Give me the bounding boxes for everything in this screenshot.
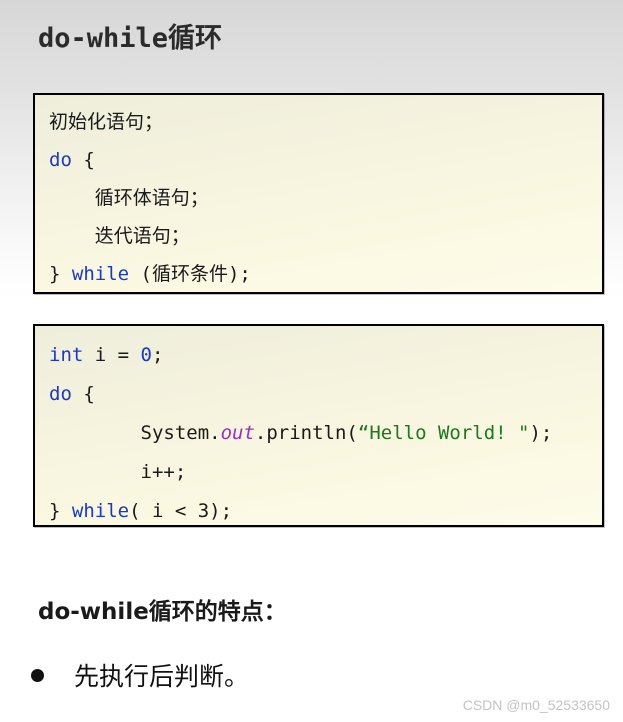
code-token: .println( [254,422,358,444]
code-token: do [49,149,72,171]
code-token: “Hello World! " [357,422,530,444]
code-line: int i = 0; [49,346,163,365]
code-token: ); [529,422,553,444]
code-token: ; [151,344,164,366]
features-heading: do-while循环的特点： [38,599,287,625]
code-token: } [49,500,72,522]
code-line: do { [49,151,95,170]
code-line: i++; [49,461,187,483]
code-token: out [220,422,255,444]
watermark: CSDN @m0_52533650 [462,697,610,713]
code-block-syntax-template: 初始化语句； do { 循环体语句； 迭代语句；} while (循环条件); [33,93,604,294]
code-token: { [71,149,95,171]
bullet-item-label: 先执行后判断。 [74,662,250,691]
code-token: int [49,344,84,366]
bullet-dot-icon [31,668,44,682]
code-token: 初始化语句； [49,111,164,133]
code-token: while [71,500,130,522]
code-token: 0 [140,344,152,366]
code-token: } [49,263,72,285]
list-item: 先执行后判断。 [31,657,249,693]
code-block-java-example: int i = 0; do { System.out.println(“Hello… [33,324,604,527]
code-line: System.out.println(“Hello World! "); [49,422,553,444]
code-token: { [71,383,95,405]
slide: do-while循环 初始化语句； do { 循环体语句； 迭代语句；} whil… [0,0,623,722]
code-token: while [71,263,130,285]
code-token: i = [83,344,141,366]
code-token: i++; [140,461,187,483]
code-line: } while( i < 3); [49,502,232,521]
code-line: 循环体语句； [49,189,209,208]
code-line: } while (循环条件); [49,265,251,284]
code-line: 迭代语句； [49,227,190,246]
code-line: 初始化语句； [49,113,163,132]
code-token: ( i < 3); [129,500,233,522]
page-title: do-while循环 [38,23,223,54]
code-token: 循环体语句； [94,187,209,209]
code-token: do [49,383,72,405]
code-token: 迭代语句； [94,225,190,247]
code-line: do { [49,385,95,404]
code-token: System. [140,422,221,444]
code-token: (循环条件); [129,263,251,285]
